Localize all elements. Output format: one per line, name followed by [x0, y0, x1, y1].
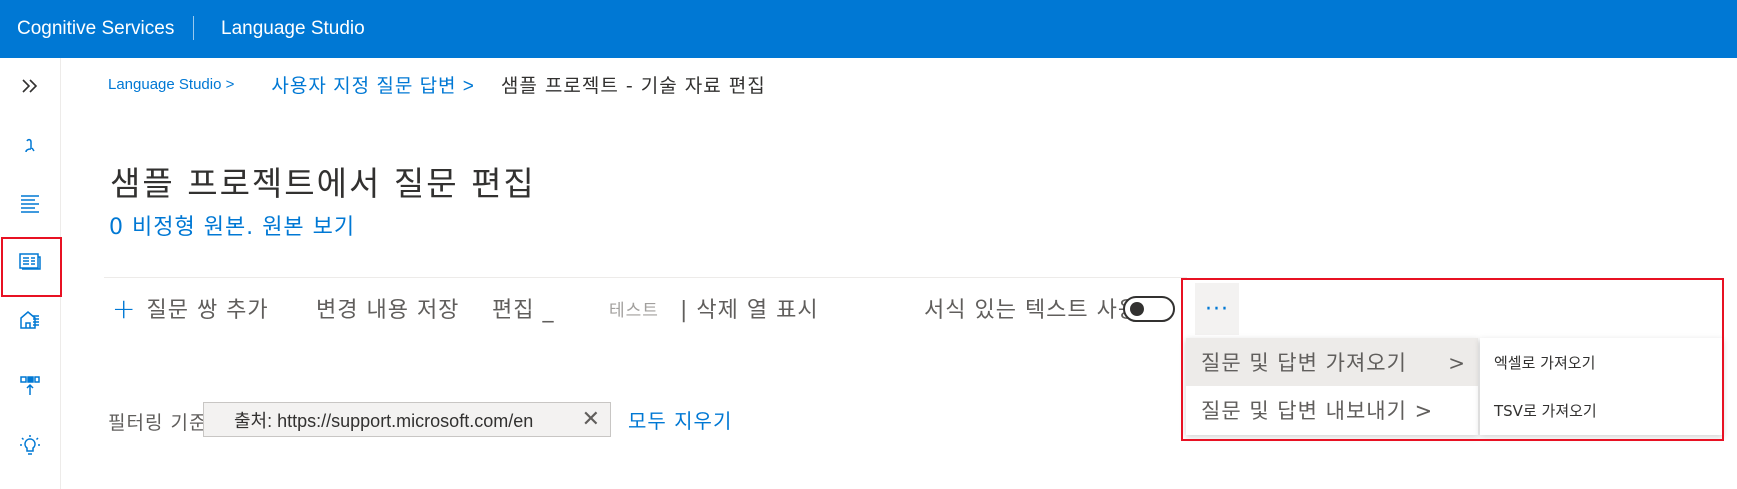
breadcrumb: Language Studio > 사용자 지정 질문 답변 > 샘플 프로젝트… — [108, 71, 766, 98]
toggle-knob — [1130, 302, 1144, 316]
language-icon[interactable] — [12, 128, 48, 164]
top-bar: Cognitive Services Language Studio — [0, 0, 1737, 58]
breadcrumb-current: 샘플 프로젝트 - 기술 자료 편집 — [500, 74, 766, 97]
show-delete-column-button[interactable]: | 삭제 열 표시 — [680, 291, 819, 325]
toolbar: + 질문 쌍 추가 변경 내용 저장 편집 _ 테스트 | 삭제 열 표시 서식… — [104, 283, 1194, 333]
clear-all-button[interactable]: 모두 지우기 — [628, 405, 732, 434]
page-title: 샘플 프로젝트에서 질문 편집 — [110, 164, 536, 203]
source-count: 0 비정형 원본. — [109, 215, 255, 240]
test-button[interactable]: 테스트 — [609, 291, 659, 325]
view-source-link[interactable]: 원본 보기 — [262, 215, 355, 240]
add-qa-pair-button[interactable]: + 질문 쌍 추가 — [112, 291, 269, 325]
save-changes-button[interactable]: 변경 내용 저장 — [316, 291, 459, 325]
header-divider — [193, 16, 194, 40]
plus-icon: + — [112, 291, 137, 325]
lightbulb-icon[interactable] — [12, 428, 48, 464]
breadcrumb-custom-qa[interactable]: 사용자 지정 질문 답변 > — [271, 71, 475, 98]
text-lines-icon[interactable] — [12, 185, 48, 221]
close-icon[interactable]: ✕ — [582, 407, 600, 432]
toolbar-divider — [104, 277, 1187, 278]
knowledge-base-icon[interactable] — [12, 301, 48, 337]
edit-label: 편집 _ — [492, 298, 555, 323]
save-changes-label: 변경 내용 저장 — [316, 298, 460, 323]
add-qa-pair-label: 질문 쌍 추가 — [146, 298, 269, 323]
test-label: 테스트 — [609, 300, 659, 321]
expand-icon[interactable] — [12, 68, 48, 104]
filter-chip-text: 출처: https://support.microsoft.com/en — [234, 410, 534, 431]
show-delete-column-label: | 삭제 열 표시 — [680, 298, 819, 323]
brand-title[interactable]: Cognitive Services — [17, 18, 174, 40]
deploy-icon[interactable] — [12, 368, 48, 404]
filter-chip[interactable]: 출처: https://support.microsoft.com/en ✕ — [203, 402, 611, 437]
filter-label: 필터링 기준: — [108, 412, 215, 434]
edit-button[interactable]: 편집 _ — [492, 291, 554, 325]
rich-text-label: 서식 있는 텍스트 사용 — [924, 298, 1140, 323]
source-line: 0 비정형 원본. 원본 보기 — [109, 209, 355, 241]
breadcrumb-language-studio[interactable]: Language Studio > — [108, 76, 234, 93]
sidebar-highlight-box — [1, 237, 62, 297]
product-title[interactable]: Language Studio — [221, 18, 365, 40]
menu-highlight-box — [1181, 278, 1724, 441]
rich-text-button[interactable]: 서식 있는 텍스트 사용 — [924, 291, 1139, 325]
rich-text-toggle[interactable] — [1123, 296, 1175, 322]
